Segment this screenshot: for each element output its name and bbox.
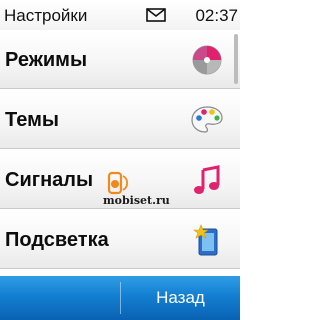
clock: 02:37 [195, 6, 238, 25]
profiles-icon [192, 45, 222, 75]
settings-menu-list: Режимы Темы Сигналы Подсветка [0, 30, 240, 273]
page-title: Настройки [4, 6, 88, 25]
music-note-icon [194, 165, 220, 194]
watermark-logo-icon [107, 171, 129, 195]
menu-item-label: Темы [5, 109, 59, 131]
display-light-icon [193, 224, 218, 256]
mail-icon [146, 8, 166, 22]
status-bar: Настройки 02:37 [0, 0, 240, 30]
watermark-text: mobiset.ru [103, 194, 170, 207]
menu-item-label: Режимы [5, 49, 88, 71]
menu-item-profiles[interactable]: Режимы [0, 30, 240, 89]
menu-item-label: Сигналы [5, 169, 94, 191]
menu-item-label: Подсветка [5, 229, 109, 251]
watermark: mobiset.ru [103, 170, 173, 210]
palette-icon [191, 106, 223, 133]
menu-item-themes[interactable]: Темы [0, 90, 240, 149]
softkey-bar: Назад [0, 276, 240, 320]
back-button[interactable]: Назад [121, 276, 240, 320]
scrollbar[interactable] [234, 34, 238, 84]
menu-item-backlight[interactable]: Подсветка [0, 210, 240, 269]
